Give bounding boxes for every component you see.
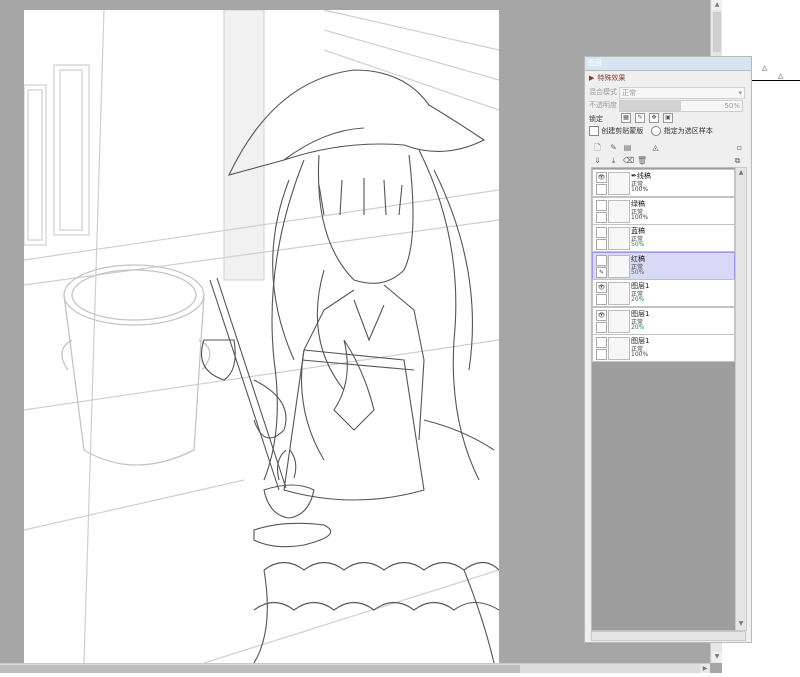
panel-title: 图层 — [585, 57, 751, 71]
drawing-canvas[interactable] — [24, 10, 499, 663]
scroll-up-icon[interactable]: ▲ — [737, 169, 745, 177]
layer-lock-toggle[interactable] — [596, 294, 607, 305]
effects-expander[interactable]: ▶ 特殊效果 — [589, 73, 625, 83]
layer-lock-toggle[interactable] — [596, 349, 607, 360]
clip-checkbox[interactable] — [589, 126, 599, 136]
lock-paint-icon[interactable]: ✎ — [635, 113, 645, 123]
opacity-fill — [620, 101, 681, 111]
blend-mode-value: 正常 — [622, 89, 636, 97]
layer-thumbnail — [608, 227, 630, 250]
opacity-slider[interactable]: 50% — [619, 100, 743, 112]
layer-row[interactable]: 图层1 正常 100% — [592, 334, 735, 362]
layer-lock-toggle[interactable]: ✎ — [596, 266, 607, 278]
clip-label: 创建剪贴蒙版 — [601, 127, 644, 135]
panel-horizontal-scrollbar[interactable] — [591, 631, 746, 641]
clip-option[interactable]: 创建剪贴蒙版 指定为选区样本 — [589, 126, 713, 136]
lock-move-icon[interactable]: ✥ — [649, 113, 659, 123]
layer-opacity: 50% — [631, 268, 645, 276]
layer-thumbnail — [608, 337, 630, 360]
layer-thumbnail — [608, 282, 630, 305]
opacity-value: 50% — [724, 102, 740, 110]
blend-mode-select[interactable]: 正常 ▾ — [619, 87, 745, 99]
layer-visibility-toggle[interactable] — [596, 227, 607, 238]
clear-layer-icon[interactable]: ⌫ — [623, 156, 634, 165]
eye-icon: 👁 — [597, 284, 606, 291]
layer-opacity: 100% — [631, 213, 649, 221]
effects-label: 特殊效果 — [597, 74, 626, 82]
triangle-marker-icon: △ — [762, 64, 768, 72]
layer-opacity: 20% — [631, 323, 645, 331]
transfer-down-icon[interactable]: ⇓ — [593, 156, 602, 165]
layer-opacity: 100% — [631, 186, 649, 193]
scroll-down-icon[interactable]: ▼ — [737, 620, 745, 628]
layer-visibility-toggle[interactable] — [596, 199, 607, 211]
scroll-down-icon[interactable]: ▼ — [712, 652, 722, 662]
layer-lock-toggle[interactable] — [596, 321, 607, 333]
lock-label: 锁定 — [589, 115, 603, 123]
line-art-illustration — [24, 10, 499, 663]
blend-mode-label: 混合模式 — [589, 88, 617, 96]
eye-icon: 👁 — [597, 311, 606, 319]
new-vector-layer-icon[interactable]: ✎ — [609, 143, 618, 152]
caret-right-icon: ▶ — [589, 74, 595, 82]
layer-list: 👁 ✒线稿 正常 100% 绿稿 正常 100% 蓝稿 正常 50% ✎ 红稿 正常 50% 👁 图层1 正常 2… — [591, 167, 736, 631]
layer-thumbnail — [608, 254, 630, 278]
layer-thumbnail — [608, 199, 630, 223]
vertical-scroll-thumb[interactable] — [713, 12, 721, 52]
layer-thumbnail — [608, 172, 630, 195]
layer-row[interactable]: 👁 ✒线稿 正常 100% — [592, 169, 735, 197]
bottom-status-strip — [0, 673, 800, 677]
opacity-label: 不透明度 — [589, 101, 617, 109]
trash-icon[interactable]: 🗑 — [637, 156, 647, 165]
lock-all-icon[interactable]: ▣ — [663, 113, 673, 123]
layer-visibility-toggle[interactable] — [596, 254, 607, 266]
apply-mask-icon[interactable]: ◬ — [651, 143, 660, 152]
layer-row[interactable]: 👁 图层1 正常 20% — [592, 279, 735, 307]
scroll-up-icon[interactable]: ▲ — [712, 0, 722, 10]
new-folder-icon[interactable]: ▤ — [623, 143, 632, 152]
layer-row[interactable]: 蓝稿 正常 50% — [592, 224, 735, 252]
new-layer-icon[interactable]: 🗋 — [593, 143, 602, 152]
dropdown-arrow-icon: ▾ — [738, 89, 742, 97]
triangle-marker-icon: △ — [778, 72, 784, 80]
selection-source-checkbox[interactable] — [651, 126, 662, 136]
layer-thumbnail — [608, 309, 630, 333]
pen-icon: ✎ — [598, 268, 605, 276]
layer-visibility-toggle[interactable] — [596, 337, 607, 348]
layer-lock-toggle[interactable] — [596, 239, 607, 250]
layer-visibility-toggle[interactable]: 👁 — [596, 172, 607, 183]
layer-row[interactable]: 👁 图层1 正常 20% — [592, 306, 735, 335]
layer-list-scrollbar[interactable]: ▲ ▼ — [735, 167, 747, 631]
layer-row[interactable]: 绿稿 正常 100% — [592, 196, 735, 225]
layer-lock-toggle[interactable] — [596, 211, 607, 223]
selection-source-label: 指定为选区样本 — [663, 127, 713, 135]
layer-lock-toggle[interactable] — [596, 184, 607, 195]
layer-visibility-toggle[interactable]: 👁 — [596, 282, 607, 293]
layer-panel: 图层 ▶ 特殊效果 混合模式 正常 ▾ 不透明度 50% 锁定 ▦ ✎ ✥ ▣ 创… — [584, 56, 752, 643]
panel-menu-icon[interactable]: ▫ — [735, 143, 744, 152]
layer-visibility-toggle[interactable]: 👁 — [596, 309, 607, 321]
layer-properties-icon[interactable]: ⧉ — [733, 156, 742, 165]
lock-transparency-icon[interactable]: ▦ — [621, 113, 631, 123]
horizontal-scroll-thumb[interactable] — [0, 665, 520, 673]
eye-icon: 👁 — [597, 174, 606, 181]
layer-opacity: 20% — [631, 296, 645, 303]
layer-opacity: 50% — [631, 241, 645, 248]
layer-opacity: 100% — [631, 351, 649, 358]
layer-row[interactable]: ✎ 红稿 正常 50% — [592, 251, 735, 280]
merge-down-icon[interactable]: ⤓ — [609, 156, 618, 165]
